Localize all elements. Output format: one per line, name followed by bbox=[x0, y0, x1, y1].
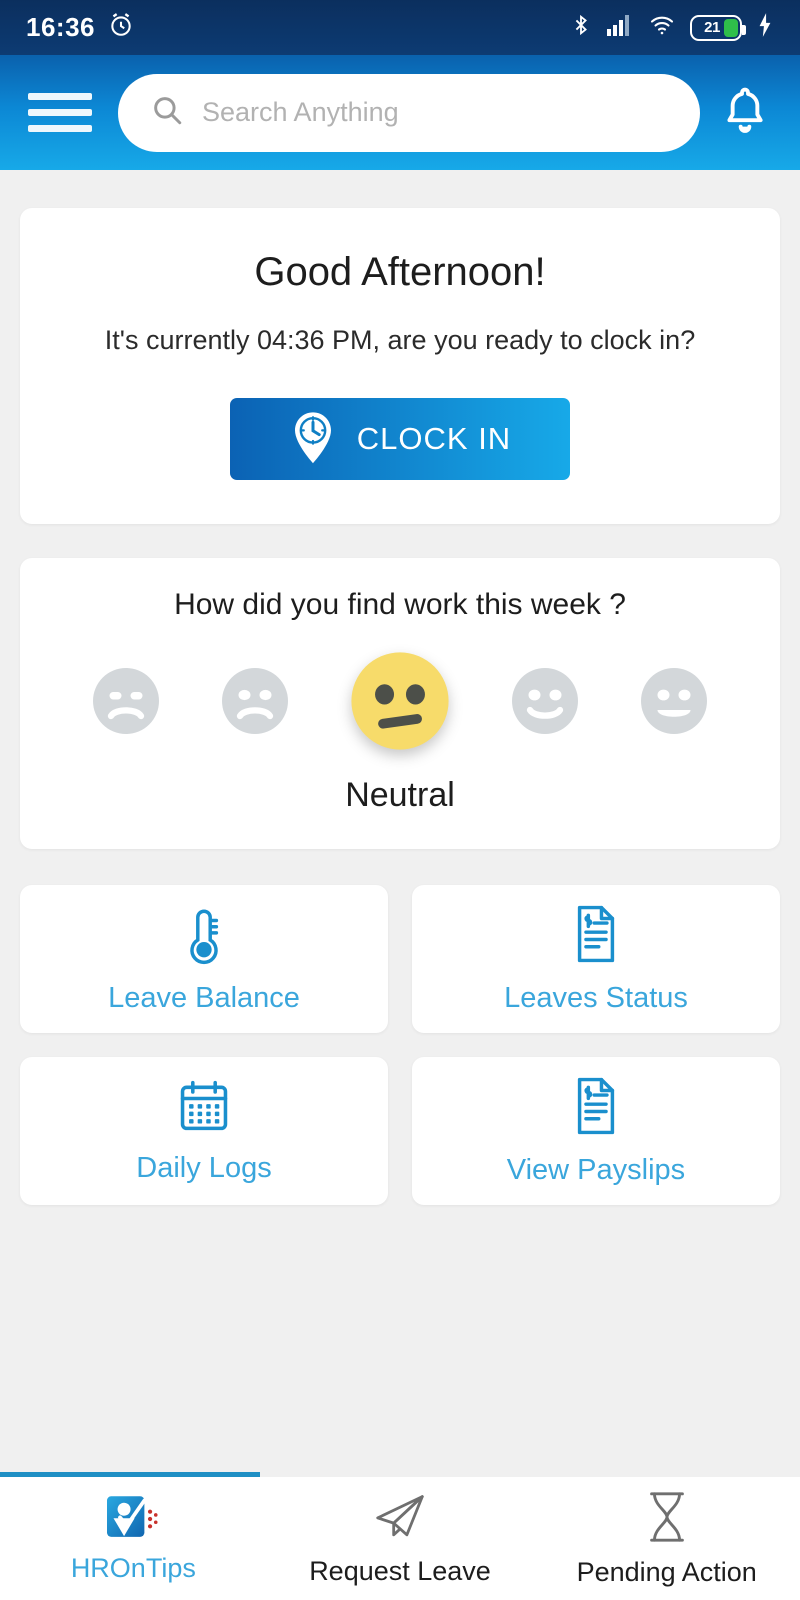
status-bar: 16:36 21 bbox=[0, 0, 800, 55]
nav-item-hrontips[interactable]: HROnTips bbox=[0, 1493, 267, 1584]
bluetooth-icon bbox=[570, 12, 592, 43]
bottom-navigation: HROnTips Request Leave Pending Action bbox=[0, 1472, 800, 1600]
thermometer-icon bbox=[178, 903, 230, 970]
clock-pin-icon bbox=[289, 410, 337, 469]
nav-item-pending-action[interactable]: Pending Action bbox=[533, 1490, 800, 1588]
tile-leaves-status[interactable]: Leaves Status bbox=[412, 885, 780, 1033]
hrontips-logo-icon bbox=[105, 1493, 161, 1545]
battery-level-label: 21 bbox=[704, 19, 720, 36]
nav-item-label: Pending Action bbox=[576, 1556, 757, 1587]
status-bar-right: 21 bbox=[570, 12, 774, 43]
very-happy-face[interactable] bbox=[638, 665, 710, 742]
mood-face-options bbox=[40, 648, 760, 758]
neutral-face[interactable] bbox=[347, 648, 453, 759]
tile-label: View Payslips bbox=[506, 1154, 686, 1186]
nav-item-label: Request Leave bbox=[309, 1555, 491, 1586]
status-bar-clock: 16:36 bbox=[26, 12, 95, 42]
greeting-subtitle: It's currently 04:36 PM, are you ready t… bbox=[104, 325, 696, 355]
battery-fill bbox=[724, 18, 738, 37]
hamburger-menu-icon[interactable] bbox=[24, 87, 96, 138]
paper-plane-icon bbox=[371, 1491, 429, 1548]
tile-label: Daily Logs bbox=[136, 1152, 272, 1184]
tile-label: Leaves Status bbox=[504, 982, 688, 1014]
bottom-nav-bar: HROnTips Request Leave Pending Action bbox=[0, 1477, 800, 1600]
nav-item-label: HROnTips bbox=[70, 1553, 196, 1583]
status-bar-left: 16:36 bbox=[26, 12, 134, 43]
mood-selected-label: Neutral bbox=[345, 776, 455, 814]
clock-in-button[interactable]: CLOCK IN bbox=[230, 398, 570, 480]
document-dollar-icon bbox=[570, 1075, 622, 1142]
happy-face[interactable] bbox=[509, 665, 581, 742]
clock-in-label: CLOCK IN bbox=[356, 421, 512, 456]
alarm-icon bbox=[108, 12, 134, 43]
greeting-card: Good Afternoon! It's currently 04:36 PM,… bbox=[20, 208, 780, 524]
charging-bolt-icon bbox=[756, 12, 774, 43]
search-icon bbox=[150, 93, 184, 132]
search-placeholder: Search Anything bbox=[202, 97, 399, 127]
app-header: Search Anything bbox=[0, 55, 800, 170]
tile-view-payslips[interactable]: View Payslips bbox=[412, 1057, 780, 1205]
tile-label: Leave Balance bbox=[108, 982, 300, 1014]
greeting-title: Good Afternoon! bbox=[254, 250, 546, 294]
document-dollar-icon bbox=[570, 903, 622, 970]
wifi-icon bbox=[648, 13, 676, 42]
hourglass-icon bbox=[645, 1490, 689, 1549]
cellular-signal-icon bbox=[606, 13, 634, 42]
quick-action-tiles: Leave Balance Leaves Status Daily Logs V… bbox=[20, 885, 780, 1205]
mood-question: How did you find work this week ? bbox=[174, 588, 626, 621]
battery-indicator: 21 bbox=[690, 14, 746, 41]
sad-face[interactable] bbox=[219, 665, 291, 742]
search-input[interactable]: Search Anything bbox=[118, 73, 700, 152]
bell-icon[interactable] bbox=[714, 84, 776, 142]
nav-item-request-leave[interactable]: Request Leave bbox=[267, 1491, 534, 1587]
tile-leave-balance[interactable]: Leave Balance bbox=[20, 885, 388, 1033]
mood-survey-card: How did you find work this week ? Neutra… bbox=[20, 558, 780, 849]
calendar-icon bbox=[176, 1077, 232, 1140]
very-sad-face[interactable] bbox=[90, 665, 162, 742]
tile-daily-logs[interactable]: Daily Logs bbox=[20, 1057, 388, 1205]
